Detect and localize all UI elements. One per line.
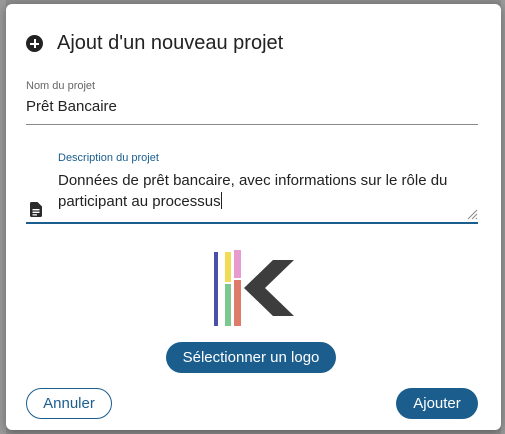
background-right-edge <box>501 0 505 434</box>
project-description-text: Données de prêt bancaire, avec informati… <box>58 172 448 210</box>
add-button[interactable]: Ajouter <box>396 388 478 419</box>
select-logo-button[interactable]: Sélectionner un logo <box>166 342 336 373</box>
project-description-label: Description du projet <box>58 152 159 164</box>
project-name-field[interactable]: Nom du projet Prêt Bancaire <box>26 80 478 125</box>
project-description-textarea[interactable]: Données de prêt bancaire, avec informati… <box>58 170 448 212</box>
project-description-field[interactable]: Description du projet Données de prêt ba… <box>26 150 478 224</box>
project-name-label: Nom du projet <box>26 80 96 92</box>
document-icon <box>30 202 42 217</box>
text-caret <box>220 192 222 209</box>
cancel-button[interactable]: Annuler <box>26 388 112 419</box>
project-logo <box>214 250 294 326</box>
resize-handle-icon[interactable] <box>466 208 478 220</box>
new-project-dialog: Ajout d'un nouveau projet Nom du projet … <box>6 4 501 430</box>
plus-circle-icon <box>26 35 43 52</box>
dialog-header: Ajout d'un nouveau projet <box>26 32 283 55</box>
dialog-title: Ajout d'un nouveau projet <box>57 32 284 54</box>
project-name-input[interactable]: Prêt Bancaire <box>26 98 117 115</box>
